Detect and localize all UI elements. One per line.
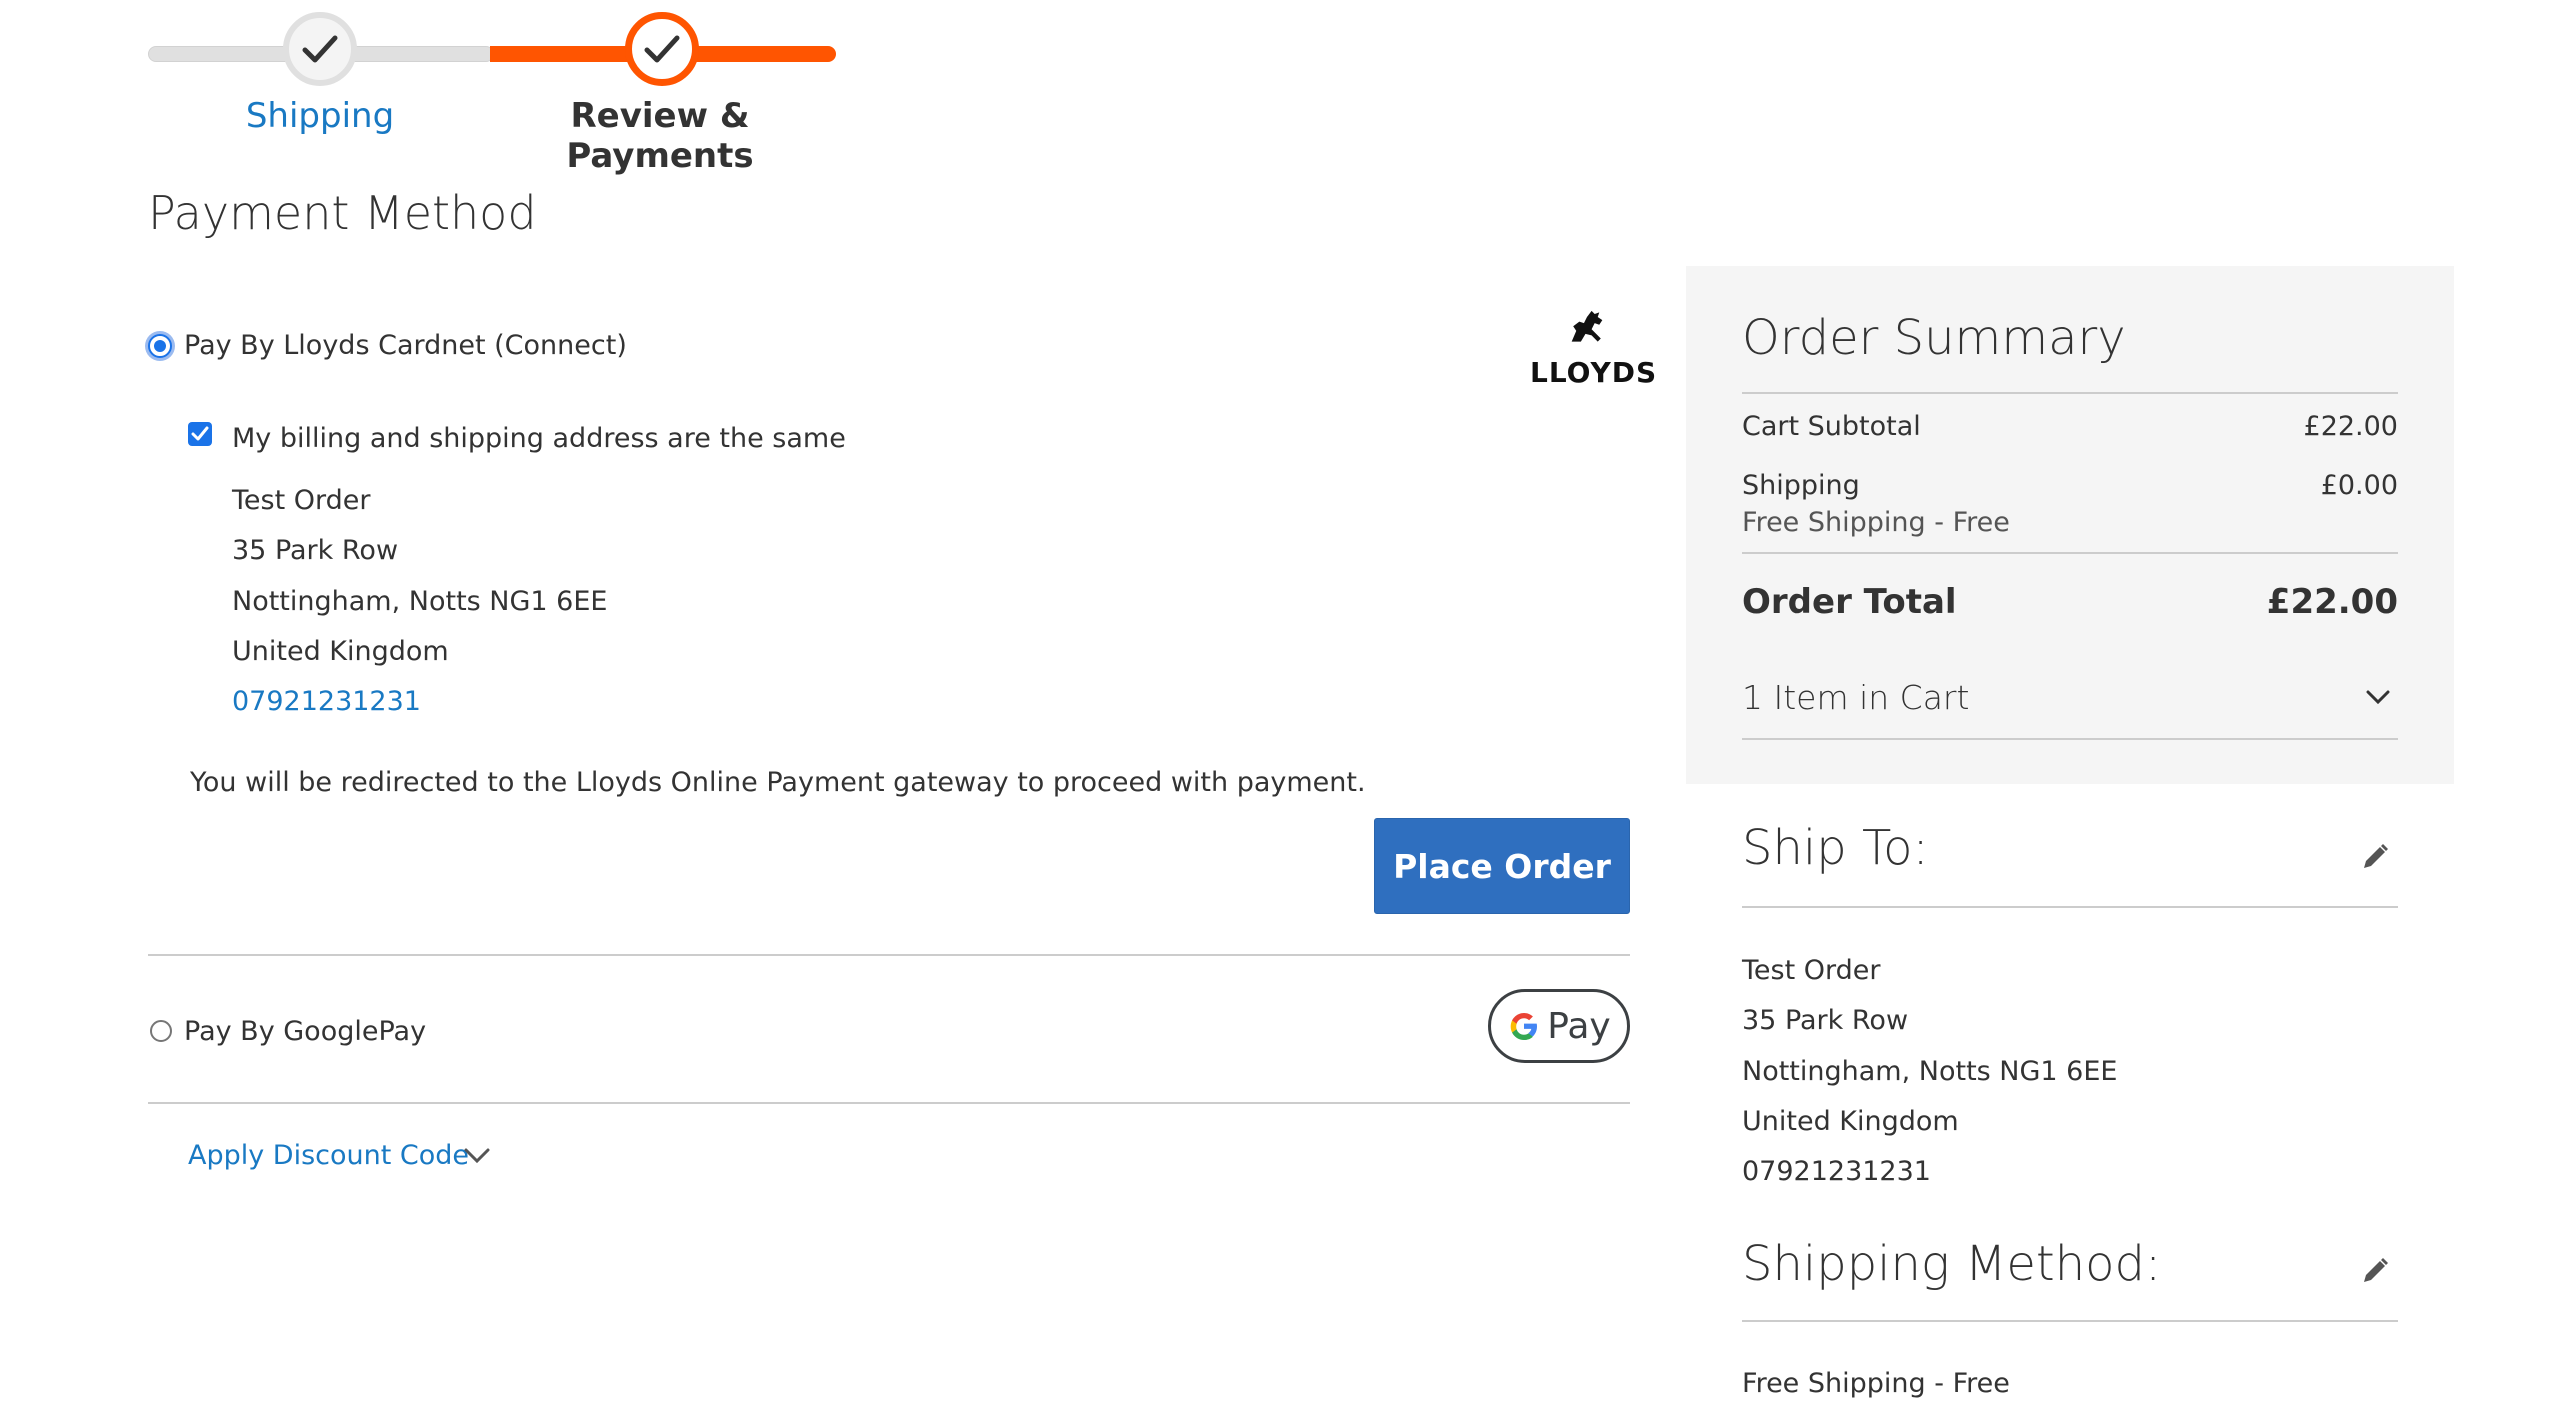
order-total-label: Order Total — [1742, 582, 1957, 622]
googlepay-radio[interactable] — [150, 1020, 172, 1042]
lloyds-horse-icon — [1571, 310, 1603, 342]
divider — [1742, 1320, 2398, 1322]
order-total-value: £22.00 — [2266, 582, 2398, 622]
place-order-button[interactable]: Place Order — [1374, 818, 1630, 914]
billing-name: Test Order — [232, 485, 371, 516]
billing-same-checkbox[interactable] — [188, 422, 212, 446]
ship-to-name: Test Order — [1742, 955, 1881, 986]
billing-same-label[interactable]: My billing and shipping address are the … — [232, 423, 846, 454]
shipping-label: Shipping — [1742, 470, 1860, 501]
lloyds-logo-text: LLOYDS — [1530, 356, 1658, 389]
divider — [1742, 738, 2398, 740]
divider — [148, 954, 1630, 956]
shipping-method-value: Free Shipping - Free — [1742, 1368, 2010, 1399]
cart-subtotal-label: Cart Subtotal — [1742, 411, 1921, 442]
divider — [1742, 392, 2398, 394]
billing-phone-link[interactable]: 07921231231 — [232, 686, 421, 717]
billing-country: United Kingdom — [232, 636, 449, 667]
googlepay-badge-text: Pay — [1547, 1005, 1611, 1047]
googlepay-method-label[interactable]: Pay By GooglePay — [184, 1016, 426, 1047]
divider — [1742, 906, 2398, 908]
step-shipping-link[interactable]: Shipping — [140, 96, 500, 136]
lloyds-method-label[interactable]: Pay By Lloyds Cardnet (Connect) — [184, 330, 627, 361]
chevron-down-icon[interactable] — [2366, 690, 2390, 705]
edit-pencil-icon[interactable] — [2360, 1256, 2390, 1286]
ship-to-title: Ship To: — [1742, 820, 1929, 876]
lloyds-logo: LLOYDS — [1530, 304, 1658, 390]
items-in-cart-toggle[interactable]: 1 Item in Cart — [1742, 678, 1969, 717]
divider — [1742, 552, 2398, 554]
ship-to-phone-link[interactable]: 07921231231 — [1742, 1156, 1931, 1187]
chevron-down-icon[interactable] — [464, 1148, 490, 1164]
divider — [148, 1102, 1630, 1104]
ship-to-city: Nottingham, Notts NG1 6EE — [1742, 1056, 2118, 1087]
shipping-method-note: Free Shipping - Free — [1742, 507, 2010, 538]
step-review-marker — [625, 12, 699, 86]
shipping-method-title: Shipping Method: — [1742, 1236, 2162, 1292]
ship-to-country: United Kingdom — [1742, 1106, 1959, 1137]
google-g-icon — [1510, 1013, 1538, 1040]
edit-pencil-icon[interactable] — [2360, 842, 2390, 872]
step-review-label: Review & Payments — [566, 96, 754, 176]
redirect-note: You will be redirected to the Lloyds Onl… — [190, 767, 1366, 798]
billing-city: Nottingham, Notts NG1 6EE — [232, 586, 608, 617]
page-title: Payment Method — [148, 186, 537, 240]
checkmark-icon — [644, 35, 680, 63]
order-summary-title: Order Summary — [1742, 310, 2126, 366]
billing-street: 35 Park Row — [232, 535, 399, 566]
lloyds-radio[interactable] — [148, 334, 172, 358]
step-shipping-marker — [283, 12, 357, 86]
checkmark-icon — [302, 35, 338, 63]
cart-subtotal-value: £22.00 — [2303, 411, 2398, 442]
ship-to-street: 35 Park Row — [1742, 1005, 1909, 1036]
shipping-value: £0.00 — [2320, 470, 2398, 501]
apply-discount-toggle[interactable]: Apply Discount Code — [188, 1140, 469, 1171]
check-icon — [191, 426, 209, 441]
googlepay-badge: Pay — [1488, 989, 1630, 1063]
